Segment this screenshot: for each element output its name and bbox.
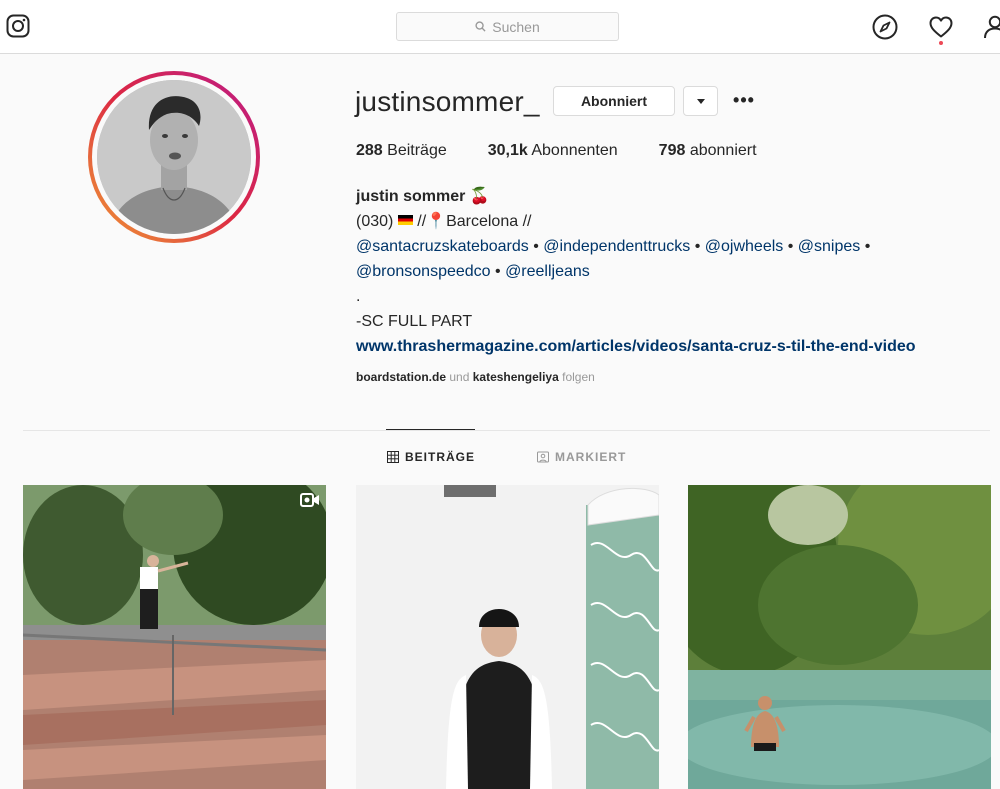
bio-mentions-row-1: @santacruzskateboards • @independenttruc… xyxy=(356,238,871,255)
tag-icon xyxy=(537,451,549,463)
tab-posts-label: BEITRÄGE xyxy=(405,450,476,464)
bio-line-location: (030) //📍Barcelona // xyxy=(356,209,976,234)
caret-down-icon xyxy=(696,98,705,104)
mention-link[interactable]: @bronsonspeedco xyxy=(356,263,491,280)
stat-followers-count: 30,1k xyxy=(487,142,528,159)
mention-link[interactable]: @reelljeans xyxy=(505,263,590,280)
stat-posts-label: Beiträge xyxy=(387,142,447,159)
post-thumbnail[interactable] xyxy=(23,485,326,789)
tab-posts[interactable]: BEITRÄGE xyxy=(387,450,475,464)
more-options-button[interactable]: ••• xyxy=(733,88,755,112)
bio-separator: // xyxy=(417,213,427,230)
tab-tagged-label: MARKIERT xyxy=(555,450,627,464)
bio-website-link[interactable]: www.thrashermagazine.com/articles/videos… xyxy=(356,334,976,359)
profile-username: justinsommer_ xyxy=(355,86,540,117)
stat-followers[interactable]: 30,1k Abonnenten xyxy=(488,142,618,160)
stat-followers-label: Abonnenten xyxy=(531,142,618,159)
stat-following[interactable]: 798 abonniert xyxy=(659,142,757,160)
user-icon[interactable] xyxy=(982,14,1000,40)
mention-link[interactable]: @santacruzskateboards xyxy=(356,238,529,255)
bio-mentions-row-2: @bronsonspeedco • @reelljeans xyxy=(356,263,590,280)
mention-link[interactable]: @snipes xyxy=(798,238,861,255)
heart-icon[interactable] xyxy=(928,14,954,40)
profile-stats: 288 Beiträge 30,1k Abonnenten 798 abonni… xyxy=(356,142,798,160)
bio-area-code: (030) xyxy=(356,213,394,230)
top-navigation-bar: Suchen xyxy=(0,0,1000,54)
bio-dot-line: . xyxy=(356,288,361,305)
bio-part-line: -SC FULL PART xyxy=(356,313,473,330)
tabs-divider xyxy=(23,430,990,431)
post-image-skate xyxy=(23,485,326,789)
following-button[interactable]: Abonniert xyxy=(553,86,675,116)
profile-full-name: justin sommer 🍒 xyxy=(356,188,490,205)
stat-posts-count: 288 xyxy=(356,142,383,159)
bio-location: Barcelona // xyxy=(446,213,532,230)
stat-following-count: 798 xyxy=(658,142,686,159)
mention-link[interactable]: @ojwheels xyxy=(705,238,784,255)
avatar-frame xyxy=(92,75,256,239)
stat-posts: 288 Beiträge xyxy=(356,142,447,160)
followed-by-user: kateshengeliya xyxy=(472,370,559,384)
followed-by-suffix: folgen xyxy=(562,370,595,384)
search-icon xyxy=(475,21,486,32)
suggestions-dropdown-button[interactable] xyxy=(683,86,718,116)
story-ring[interactable] xyxy=(88,71,260,243)
instagram-icon[interactable] xyxy=(6,14,30,38)
search-placeholder: Suchen xyxy=(492,18,540,35)
active-tab-indicator xyxy=(386,429,475,430)
profile-bio: justin sommer 🍒 (030) //📍Barcelona // @s… xyxy=(356,184,976,359)
post-image-river xyxy=(688,485,991,789)
grid-icon xyxy=(387,451,399,463)
avatar xyxy=(97,80,251,234)
stat-following-label: abonniert xyxy=(689,142,757,159)
german-flag-icon xyxy=(397,215,413,225)
map-pin-icon: 📍 xyxy=(426,213,447,230)
avatar-photo xyxy=(97,80,251,234)
followed-by-joiner: und xyxy=(449,370,470,384)
post-image-portrait xyxy=(356,485,659,789)
compass-icon[interactable] xyxy=(872,14,898,40)
tab-tagged[interactable]: MARKIERT xyxy=(537,450,626,464)
notification-dot xyxy=(939,41,943,45)
search-input[interactable]: Suchen xyxy=(396,12,619,41)
mention-link[interactable]: @independenttrucks xyxy=(543,238,690,255)
post-thumbnail[interactable] xyxy=(688,485,991,789)
followed-by-user: boardstation.de xyxy=(356,370,447,384)
followed-by-text[interactable]: boardstation.de und kateshengeliya folge… xyxy=(356,370,595,384)
post-thumbnail[interactable] xyxy=(356,485,659,789)
video-icon xyxy=(300,493,319,507)
